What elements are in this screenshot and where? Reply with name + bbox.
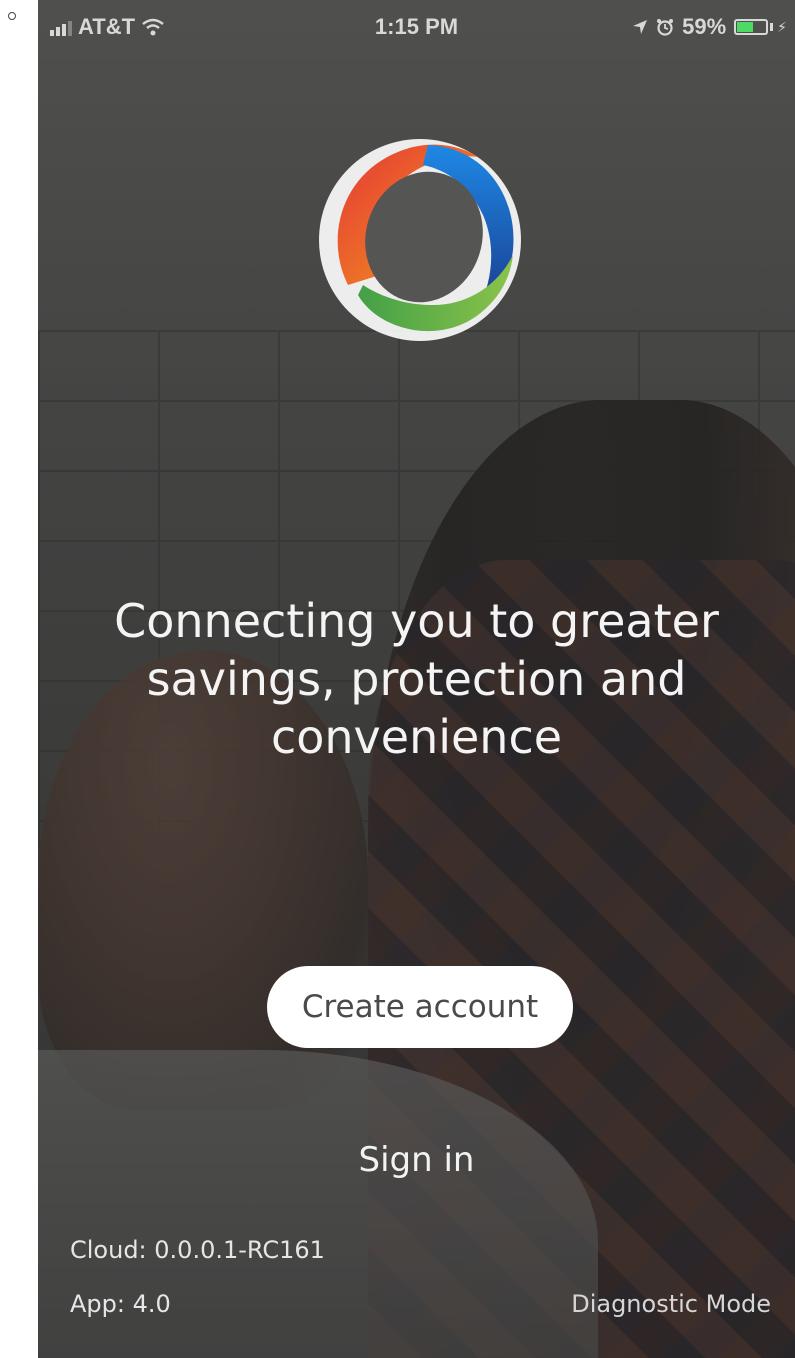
location-icon xyxy=(633,20,648,34)
ring-logo-icon xyxy=(319,139,521,341)
alarm-icon xyxy=(657,19,674,36)
status-right: 59% ⚡ xyxy=(632,14,787,40)
bullet-marker xyxy=(8,12,16,20)
sign-in-link[interactable]: Sign in xyxy=(38,1140,795,1180)
welcome-screen: AT&T 1:15 PM 59% ⚡ Connecting you to gre… xyxy=(38,0,795,1358)
app-version: App: 4.0 xyxy=(70,1290,171,1318)
charging-icon: ⚡ xyxy=(777,18,787,35)
status-bar: AT&T 1:15 PM 59% ⚡ xyxy=(38,0,795,54)
battery-fill xyxy=(737,22,753,32)
tagline: Connecting you to greater savings, prote… xyxy=(38,592,795,766)
tagline-line-1: Connecting you to greater xyxy=(114,594,719,648)
diagnostic-mode-link[interactable]: Diagnostic Mode xyxy=(571,1290,771,1318)
create-account-button[interactable]: Create account xyxy=(267,966,573,1048)
cloud-version: Cloud: 0.0.0.1-RC161 xyxy=(70,1236,325,1264)
tagline-line-2: savings, protection and xyxy=(146,652,687,706)
battery-icon xyxy=(734,19,769,35)
battery-percent: 59% xyxy=(682,14,727,39)
tagline-line-3: convenience xyxy=(270,710,563,764)
battery-tip xyxy=(770,23,774,31)
